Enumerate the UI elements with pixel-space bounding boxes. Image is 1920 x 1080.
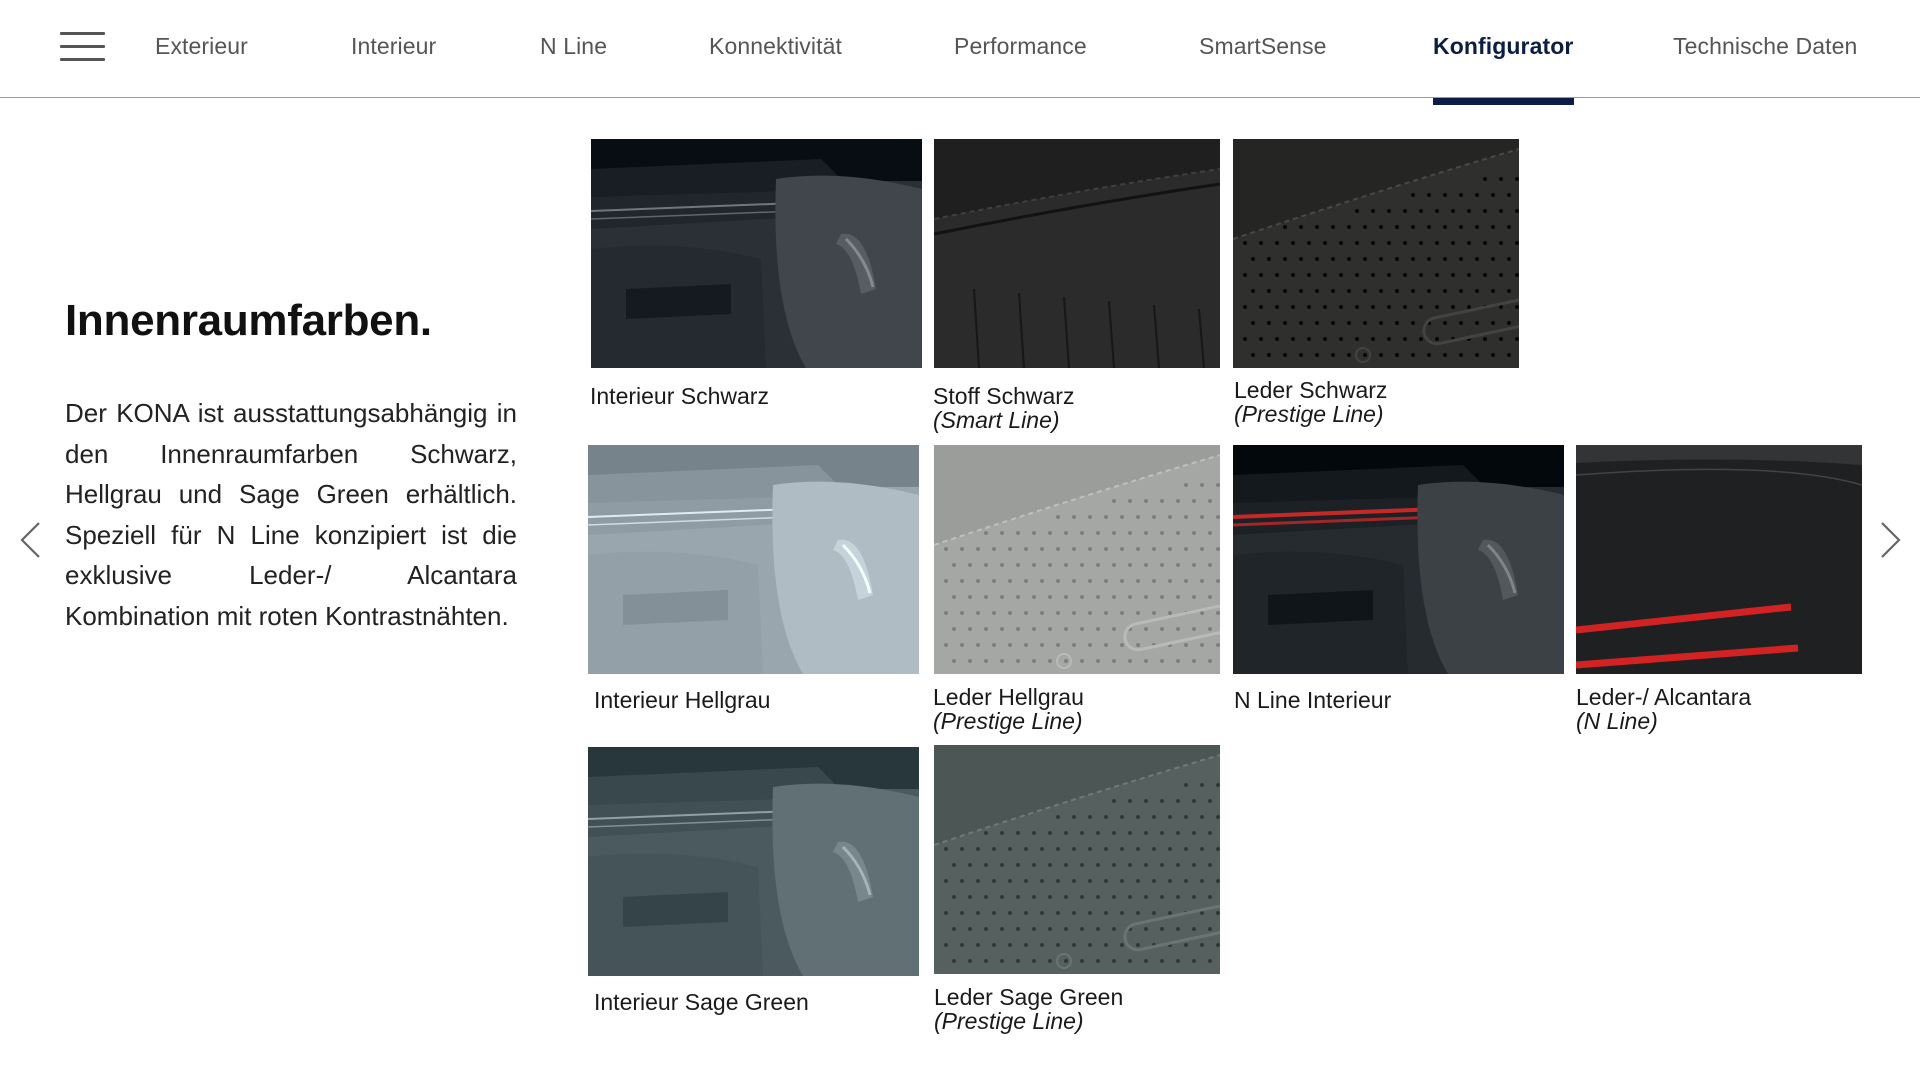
swatch-caption: Leder Sage Green (Prestige Line)	[934, 984, 1124, 1034]
swatch-caption: Leder-/ Alcantara (N Line)	[1576, 684, 1752, 734]
swatch-interieur-sage-green[interactable]	[588, 747, 919, 976]
swatch-stoff-schwarz[interactable]	[934, 139, 1220, 368]
nav-tab-n-line[interactable]: N Line	[540, 33, 607, 60]
swatch-caption: N Line Interieur	[1234, 687, 1392, 713]
section-title: Innenraumfarben.	[65, 296, 432, 345]
swatch-interieur-hellgrau[interactable]	[588, 445, 919, 674]
swatch-caption: Stoff Schwarz (Smart Line)	[933, 383, 1075, 433]
nav-tab-interieur[interactable]: Interieur	[351, 33, 436, 60]
swatch-interieur-schwarz[interactable]	[591, 139, 922, 368]
swatch-caption: Leder Hellgrau (Prestige Line)	[933, 684, 1084, 734]
section-description: Der KONA ist ausstattungsabhängig in den…	[65, 398, 517, 631]
swatch-caption: Interieur Schwarz	[590, 383, 769, 409]
hamburger-menu-icon[interactable]	[60, 32, 105, 62]
chevron-left-icon[interactable]	[17, 520, 43, 560]
swatch-n-line-interieur[interactable]	[1233, 445, 1564, 674]
swatch-caption: Interieur Sage Green	[594, 989, 809, 1015]
nav-tab-konnektivitaet[interactable]: Konnektivität	[709, 33, 842, 60]
nav-tab-exterieur[interactable]: Exterieur	[155, 33, 248, 60]
swatch-leder-schwarz[interactable]	[1233, 139, 1519, 368]
active-tab-indicator	[1433, 98, 1574, 105]
swatch-leder-hellgrau[interactable]	[934, 445, 1220, 674]
top-navigation: Exterieur Interieur N Line Konnektivität…	[0, 0, 1920, 98]
nav-tab-smartsense[interactable]: SmartSense	[1199, 33, 1327, 60]
swatch-caption: Interieur Hellgrau	[594, 687, 771, 713]
swatch-leder-sage-green[interactable]	[934, 745, 1220, 974]
nav-tab-performance[interactable]: Performance	[954, 33, 1087, 60]
nav-tab-konfigurator[interactable]: Konfigurator	[1433, 33, 1573, 60]
swatch-leder-alcantara[interactable]	[1576, 445, 1862, 674]
chevron-right-icon[interactable]	[1878, 520, 1904, 560]
swatch-caption: Leder Schwarz (Prestige Line)	[1234, 377, 1388, 427]
nav-tab-technische-daten[interactable]: Technische Daten	[1673, 33, 1857, 60]
